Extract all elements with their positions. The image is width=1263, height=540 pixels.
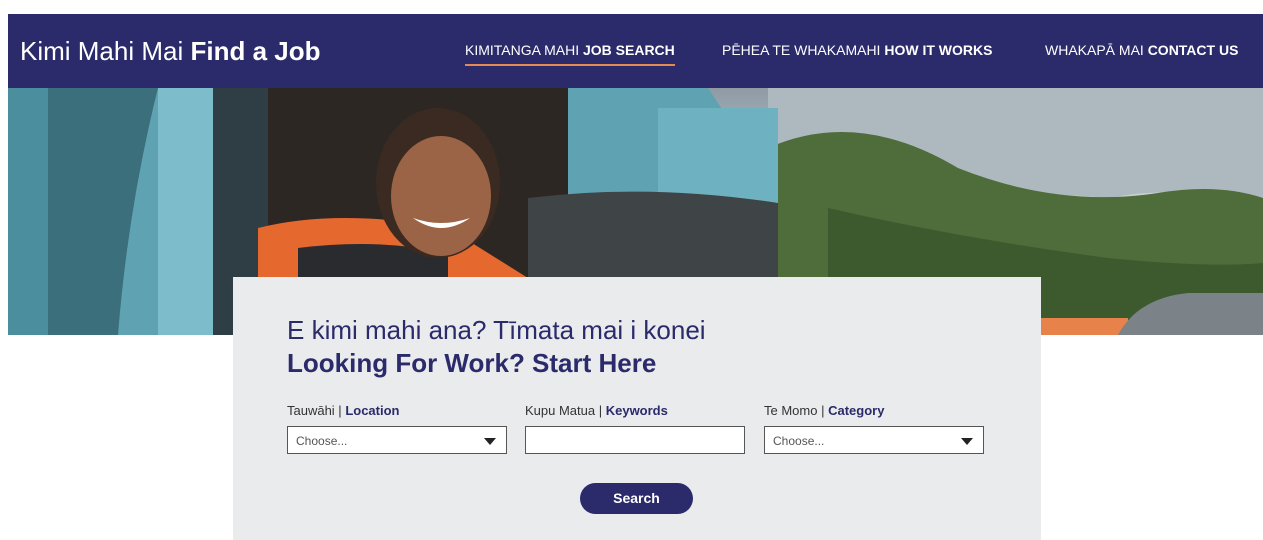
nav-job-search-en: JOB SEARCH <box>582 42 675 58</box>
brand-reo: Kimi Mahi Mai <box>20 36 184 66</box>
location-select[interactable]: Choose... <box>287 426 507 454</box>
location-label-reo: Tauwāhi | <box>287 403 342 418</box>
brand-en: Find a Job <box>190 36 321 66</box>
keywords-label: Kupu Matua | Keywords <box>525 403 668 418</box>
nav-contact-us[interactable]: WHAKAPĀ MAI CONTACT US <box>1045 42 1238 58</box>
category-select[interactable]: Choose... <box>764 426 984 454</box>
nav-how-it-works[interactable]: PĒHEA TE WHAKAMAHI HOW IT WORKS <box>722 42 992 58</box>
nav-job-search-reo: KIMITANGA MAHI <box>465 42 580 58</box>
search-button[interactable]: Search <box>580 483 693 514</box>
keywords-label-reo: Kupu Matua | <box>525 403 603 418</box>
location-label: Tauwāhi | Location <box>287 403 399 418</box>
category-label-en: Category <box>828 403 885 418</box>
location-select-value: Choose... <box>296 434 348 448</box>
nav-how-it-works-en: HOW IT WORKS <box>884 42 993 58</box>
location-label-en: Location <box>345 403 400 418</box>
search-heading-reo: E kimi mahi ana? Tīmata mai i konei <box>287 315 706 345</box>
chevron-down-icon <box>484 438 496 445</box>
search-heading-en: Looking For Work? Start Here <box>287 348 657 378</box>
category-select-value: Choose... <box>773 434 825 448</box>
site-header: Kimi Mahi Mai Find a Job KIMITANGA MAHI … <box>8 14 1263 88</box>
nav-job-search[interactable]: KIMITANGA MAHI JOB SEARCH <box>465 42 675 66</box>
category-label-reo: Te Momo | <box>764 403 825 418</box>
nav-contact-us-en: CONTACT US <box>1147 42 1239 58</box>
category-label: Te Momo | Category <box>764 403 884 418</box>
nav-how-it-works-reo: PĒHEA TE WHAKAMAHI <box>722 42 881 58</box>
chevron-down-icon <box>961 438 973 445</box>
nav-contact-us-reo: WHAKAPĀ MAI <box>1045 42 1144 58</box>
job-search-panel: E kimi mahi ana? Tīmata mai i konei Look… <box>233 277 1041 540</box>
keywords-input[interactable] <box>525 426 745 454</box>
keywords-label-en: Keywords <box>605 403 668 418</box>
site-logo[interactable]: Kimi Mahi Mai Find a Job <box>20 36 320 66</box>
